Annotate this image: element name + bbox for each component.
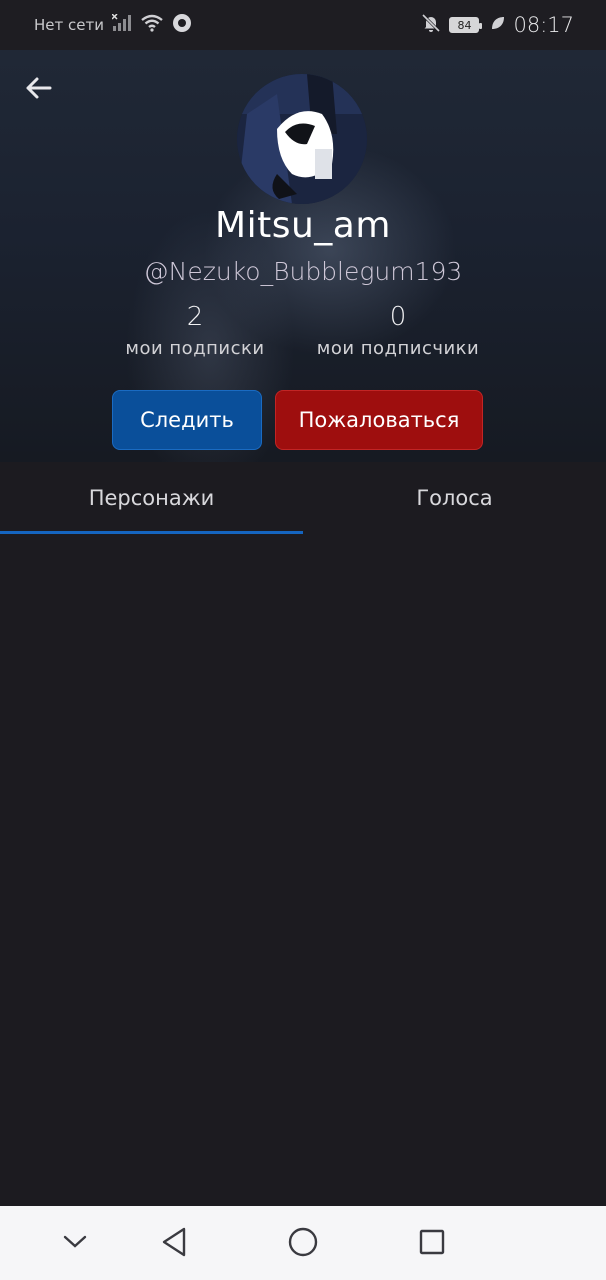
profile-handle: @Nezuko_Bubblegum193 — [143, 257, 463, 286]
status-right: 84 08:17 — [421, 13, 574, 37]
follow-button[interactable]: Следить — [112, 390, 262, 450]
tab-content-area — [0, 534, 606, 1206]
triangle-back-icon — [160, 1227, 188, 1261]
wifi-icon — [140, 14, 164, 36]
battery-icon: 84 — [449, 17, 483, 33]
status-left: Нет сети — [34, 13, 192, 37]
tab-voices[interactable]: Голоса — [303, 462, 606, 534]
profile-display-name: Mitsu_am — [215, 205, 391, 246]
avatar[interactable] — [237, 74, 367, 204]
chevron-down-icon — [62, 1234, 88, 1254]
mute-bell-icon — [421, 13, 441, 37]
nav-hide-button[interactable] — [51, 1220, 99, 1268]
followers-label: мои подписчики — [316, 338, 480, 359]
report-button[interactable]: Пожаловаться — [275, 390, 483, 450]
back-button[interactable] — [20, 72, 56, 108]
nav-recent-button[interactable] — [408, 1220, 456, 1268]
status-bar: Нет сети 84 08:17 — [0, 0, 606, 50]
leaf-icon — [491, 16, 505, 34]
arrow-left-icon — [24, 76, 52, 104]
profile-tabs: Персонажи Голоса — [0, 462, 606, 534]
following-label: мои подписки — [125, 338, 265, 359]
network-status-text: Нет сети — [34, 16, 104, 34]
signal-icon — [111, 13, 132, 36]
followers-count: 0 — [389, 302, 407, 332]
notification-app-icon — [172, 13, 192, 37]
circle-home-icon — [287, 1226, 319, 1262]
nav-back-button[interactable] — [150, 1220, 198, 1268]
square-recent-icon — [418, 1228, 446, 1260]
profile-header: Mitsu_am @Nezuko_Bubblegum193 2 мои подп… — [0, 50, 606, 462]
clock: 08:17 — [513, 13, 574, 37]
system-navigation-bar — [0, 1206, 606, 1280]
following-stat[interactable]: 2 мои подписки — [95, 302, 295, 359]
avatar-image — [237, 74, 367, 204]
tab-characters[interactable]: Персонажи — [0, 462, 303, 534]
followers-stat[interactable]: 0 мои подписчики — [298, 302, 498, 359]
following-count: 2 — [186, 302, 204, 332]
nav-home-button[interactable] — [279, 1220, 327, 1268]
